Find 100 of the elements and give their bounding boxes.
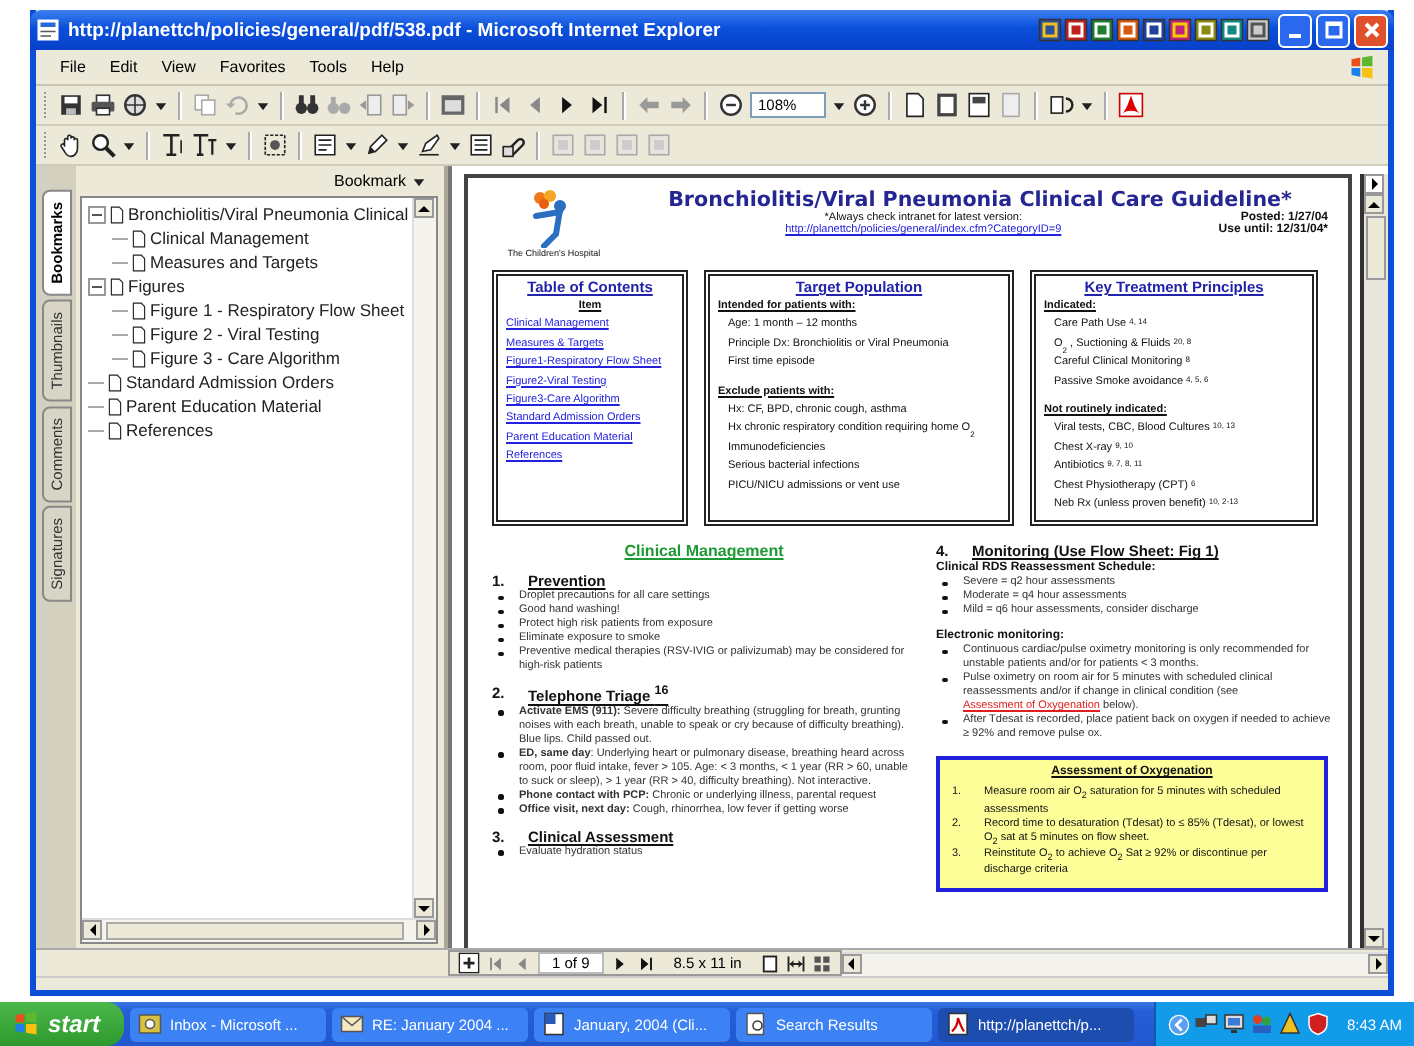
bookmark-item[interactable]: Figure 2 - Viral Testing — [150, 324, 320, 344]
windows-flag-icon — [1348, 53, 1376, 81]
horizontal-scrollbar[interactable] — [841, 951, 1388, 975]
print-icon[interactable] — [90, 92, 116, 118]
bookmark-item[interactable]: Figure 1 - Respiratory Flow Sheet — [150, 300, 405, 320]
caret-icon[interactable] — [256, 98, 270, 112]
first-page-icon[interactable] — [486, 953, 506, 973]
scroll-down-button[interactable] — [414, 898, 434, 918]
bullet-dot — [498, 609, 503, 615]
bookmark-item[interactable]: Parent Education Material — [126, 396, 322, 416]
fit-width-icon[interactable] — [785, 953, 806, 973]
note-icon[interactable] — [312, 132, 338, 158]
scroll-right-button[interactable] — [416, 920, 436, 940]
globe-icon[interactable] — [122, 92, 148, 118]
menu-item[interactable]: Help — [358, 56, 416, 78]
page-icon[interactable] — [966, 92, 992, 118]
minimize-button[interactable] — [1278, 13, 1312, 47]
stamp-icon[interactable] — [468, 132, 494, 158]
bullet-dot — [942, 609, 947, 615]
caret-icon[interactable] — [122, 138, 136, 152]
application-icon[interactable] — [1220, 18, 1244, 42]
scroll-up-button[interactable] — [414, 198, 434, 218]
application-icon[interactable] — [1142, 18, 1166, 42]
application-icon[interactable] — [1038, 18, 1062, 42]
last-page-icon[interactable] — [635, 953, 656, 973]
bookmark-item[interactable]: References — [126, 420, 213, 440]
caret-icon[interactable] — [1080, 98, 1094, 112]
snapshot-icon[interactable] — [262, 132, 288, 158]
attachment-icon[interactable] — [500, 132, 526, 158]
bullet-dot — [498, 710, 503, 716]
scroll-left-button[interactable] — [841, 953, 862, 973]
page-layout-icon[interactable] — [458, 952, 480, 974]
column-select-icon[interactable] — [192, 132, 218, 158]
bullet-dot — [498, 850, 503, 856]
bullet-dot — [942, 719, 947, 725]
text-select-icon[interactable] — [160, 132, 186, 158]
caret-icon[interactable] — [154, 98, 168, 112]
zoom-in-icon[interactable] — [852, 92, 878, 118]
application-icon[interactable] — [1168, 18, 1192, 42]
scroll-thumb[interactable] — [1366, 216, 1386, 280]
save-icon[interactable] — [58, 92, 84, 118]
highlighter-icon[interactable] — [416, 132, 442, 158]
scroll-right-button[interactable] — [1364, 174, 1384, 194]
expander-icon[interactable] — [88, 205, 106, 223]
application-icon[interactable] — [1246, 18, 1270, 42]
envelope-icon — [340, 1012, 365, 1036]
menu-item[interactable]: File — [48, 56, 98, 78]
page-icon — [130, 347, 148, 369]
bookmark-menu-button[interactable]: Bookmark — [327, 170, 432, 192]
bookmark-item[interactable]: Measures and Targets — [150, 252, 318, 272]
antivirus-icon[interactable] — [1278, 1012, 1303, 1036]
application-icon[interactable] — [1064, 18, 1088, 42]
zoom-out-icon[interactable] — [718, 92, 744, 118]
bullet-dot — [498, 808, 503, 814]
menu-item[interactable]: Favorites — [207, 56, 298, 78]
hand-icon[interactable] — [58, 132, 84, 158]
browser-icon — [36, 18, 60, 42]
menu-item[interactable]: View — [149, 56, 208, 78]
scroll-right-button[interactable] — [1368, 953, 1388, 973]
search-icon[interactable] — [294, 92, 320, 118]
caret-icon[interactable] — [224, 138, 238, 152]
shield-icon[interactable] — [1306, 1012, 1331, 1036]
application-icon[interactable] — [1090, 18, 1114, 42]
scroll-up-button[interactable] — [1364, 194, 1384, 214]
caret-icon[interactable] — [832, 98, 846, 112]
rotate-page-icon[interactable] — [1048, 92, 1074, 118]
window-icon[interactable] — [440, 92, 466, 118]
caret-icon[interactable] — [412, 174, 426, 188]
caret-icon[interactable] — [344, 138, 358, 152]
vertical-scrollbar[interactable] — [1360, 174, 1388, 948]
caret-icon[interactable] — [448, 138, 462, 152]
page-icon[interactable] — [934, 92, 960, 118]
maximize-button[interactable] — [1316, 13, 1350, 47]
document-icon — [542, 1012, 567, 1036]
menu-item[interactable]: Tools — [297, 56, 359, 78]
scroll-down-button[interactable] — [1364, 928, 1384, 948]
bookmark-item[interactable]: Clinical Management — [150, 228, 309, 248]
bookmark-item[interactable]: Bronchiolitis/Viral Pneumonia Clinical — [128, 204, 409, 224]
logo-icon[interactable] — [1118, 92, 1144, 118]
horizontal-scrollbar[interactable] — [82, 918, 436, 942]
close-icon — [1359, 18, 1383, 42]
close-button[interactable] — [1354, 13, 1388, 47]
pencil-icon[interactable] — [364, 132, 390, 158]
application-icon[interactable] — [1116, 18, 1140, 42]
zoom-icon[interactable] — [90, 132, 116, 158]
grid-icon[interactable] — [811, 953, 832, 973]
monitor-icon[interactable] — [1222, 1012, 1247, 1036]
bookmark-item[interactable]: Figure 3 - Care Algorithm — [150, 348, 340, 368]
bookmark-item[interactable]: Standard Admission Orders — [126, 372, 334, 392]
scroll-left-button[interactable] — [82, 920, 102, 940]
single-page-icon[interactable] — [759, 953, 780, 973]
page-icon[interactable] — [902, 92, 928, 118]
application-icon[interactable] — [1194, 18, 1218, 42]
caret-icon[interactable] — [396, 138, 410, 152]
expander-icon[interactable] — [88, 277, 106, 295]
bookmark-item[interactable]: Figures — [128, 276, 185, 296]
page-icon — [130, 251, 148, 273]
first-page-icon[interactable] — [490, 92, 516, 118]
menu-item[interactable]: Edit — [97, 56, 150, 78]
scroll-thumb[interactable] — [106, 922, 404, 940]
